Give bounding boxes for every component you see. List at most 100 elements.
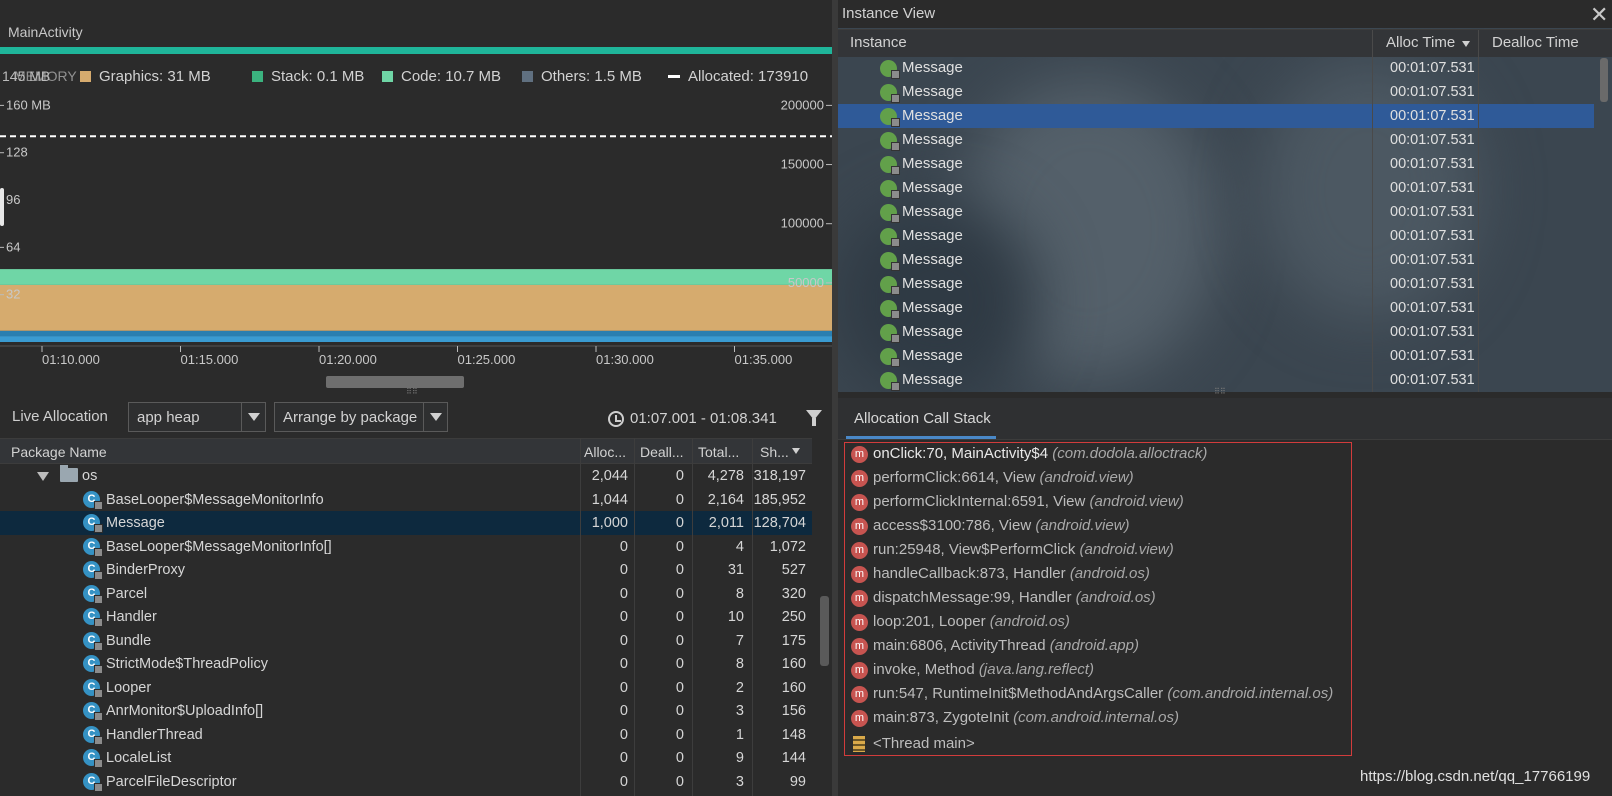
instance-row[interactable]: Message 00:01:07.531: [838, 272, 1594, 296]
instance-row[interactable]: Message 00:01:07.531: [838, 56, 1594, 80]
header-dealloc-time[interactable]: Dealloc Time: [1492, 34, 1579, 51]
instance-view-title: Instance View: [842, 5, 936, 22]
column-divider[interactable]: [1372, 30, 1373, 58]
instance-row[interactable]: Message 00:01:07.531: [838, 80, 1594, 104]
method-icon: m: [851, 566, 868, 583]
class-row[interactable]: C LocaleList 0 0 9 144: [0, 746, 812, 770]
class-name: Message: [106, 515, 165, 531]
frame-label: run:25948, View$PerformClick (android.vi…: [873, 541, 1174, 558]
method-icon: m: [851, 662, 868, 679]
instance-row[interactable]: Message 00:01:07.531: [838, 128, 1594, 152]
shallow-size: 99: [789, 773, 806, 790]
class-row[interactable]: C BaseLooper$MessageMonitorInfo[] 0 0 4 1,072: [0, 535, 812, 559]
column-line: [634, 438, 635, 796]
left-tick-label: 128: [6, 145, 28, 160]
class-name: BaseLooper$MessageMonitorInfo: [106, 491, 324, 508]
memory-chart-panel: MainActivity 145 MB MEMORY Graphics: 31 …: [0, 0, 832, 392]
instance-row[interactable]: Message 00:01:07.531: [838, 224, 1594, 248]
class-row[interactable]: C BaseLooper$MessageMonitorInfo 1,044 0 2,16…: [0, 488, 812, 512]
activity-timeline-bar: [0, 47, 832, 54]
header-dealloc[interactable]: Deall...: [640, 444, 684, 460]
method-icon: m: [851, 494, 868, 511]
timeline-scrollbar[interactable]: [326, 376, 464, 388]
legend-stack-swatch: [252, 71, 263, 82]
tab-allocation-call-stack[interactable]: Allocation Call Stack: [854, 410, 991, 427]
close-icon[interactable]: ✕: [1590, 2, 1608, 28]
legend-code: Code: 10.7 MB: [382, 68, 501, 85]
memory-chart[interactable]: 160 MB128966432 20000015000010000050000 …: [0, 90, 832, 380]
class-row[interactable]: C BinderProxy 0 0 31 527: [0, 558, 812, 582]
class-icon: C: [83, 749, 103, 768]
instance-row[interactable]: Message 00:01:07.531: [838, 320, 1594, 344]
class-row[interactable]: C ParcelFileDescriptor 0 0 3 99: [0, 770, 812, 794]
allocation-table-scrollbar[interactable]: [820, 596, 829, 666]
instance-icon: [880, 180, 900, 199]
class-row[interactable]: C Bundle 0 0 7 175: [0, 629, 812, 653]
header-instance[interactable]: Instance: [850, 34, 907, 51]
chart-areas: [0, 269, 832, 342]
alloc-time: 00:01:07.531: [1390, 60, 1475, 76]
alloc-count: 1,000: [591, 515, 628, 531]
alloc-time: 00:01:07.531: [1390, 156, 1475, 172]
right-tick-label: 50000: [788, 275, 824, 290]
instance-row[interactable]: Message 00:01:07.531: [838, 296, 1594, 320]
header-shallow[interactable]: Sh...: [760, 444, 789, 460]
splitter-grip[interactable]: ⠿⠿: [1214, 388, 1226, 396]
expand-arrow-icon[interactable]: [37, 472, 49, 481]
sort-descending-icon: [1462, 41, 1470, 47]
instance-row[interactable]: Message 00:01:07.531: [838, 176, 1594, 200]
alloc-time: 00:01:07.531: [1390, 180, 1475, 196]
shallow-size: 144: [781, 750, 806, 766]
class-row[interactable]: C Message 1,000 0 2,011 128,704: [0, 511, 812, 535]
frame-method: run:547, RuntimeInit$MethodAndArgsCaller: [873, 685, 1164, 702]
frame-package: (android.view): [1039, 469, 1134, 486]
instance-table-scrollbar[interactable]: [1600, 58, 1608, 102]
column-line: [752, 438, 753, 796]
class-row[interactable]: C Looper 0 0 2 160: [0, 676, 812, 700]
activity-label: MainActivity: [8, 24, 83, 40]
total-count: 2,011: [708, 515, 744, 531]
instance-icon-overlay: [891, 334, 900, 343]
dealloc-count: 0: [675, 679, 684, 696]
class-row[interactable]: C Parcel 0 0 8 320: [0, 582, 812, 606]
instance-row[interactable]: Message 00:01:07.531: [838, 248, 1594, 272]
area-others: [0, 336, 832, 342]
class-icon-overlay: [94, 547, 103, 557]
chart-drag-handle[interactable]: [0, 188, 4, 226]
alloc-count: 0: [619, 750, 628, 766]
total-count: 2,164: [707, 491, 744, 508]
class-row[interactable]: C AnrMonitor$UploadInfo[] 0 0 3 156: [0, 699, 812, 723]
header-package-name[interactable]: Package Name: [11, 444, 107, 460]
instance-row[interactable]: Message 00:01:07.531: [838, 200, 1594, 224]
instance-icon: [880, 132, 900, 151]
shallow-size: 160: [781, 679, 806, 696]
method-icon-letter: m: [854, 544, 865, 556]
frame-label: run:547, RuntimeInit$MethodAndArgsCaller…: [873, 685, 1333, 702]
method-icon-letter: m: [854, 664, 865, 676]
alloc-count: 0: [619, 773, 628, 790]
dealloc-count: 0: [675, 632, 684, 649]
instance-row[interactable]: Message 00:01:07.531: [838, 344, 1594, 368]
header-alloc-time[interactable]: Alloc Time: [1386, 34, 1455, 51]
header-alloc[interactable]: Alloc...: [584, 444, 626, 460]
instance-row[interactable]: Message 00:01:07.531: [838, 152, 1594, 176]
instance-name: Message: [902, 155, 963, 172]
shallow-size: 1,072: [769, 538, 806, 555]
instance-icon: [880, 348, 900, 367]
instance-icon-overlay: [891, 190, 900, 199]
splitter-grip[interactable]: ⠿⠿: [406, 388, 424, 396]
method-icon: m: [851, 470, 868, 487]
header-total[interactable]: Total...: [698, 444, 739, 460]
column-divider[interactable]: [1478, 30, 1479, 58]
heap-select[interactable]: app heap: [128, 402, 266, 432]
frame-package: (com.android.internal.os): [1167, 685, 1334, 702]
class-row[interactable]: C HandlerThread 0 0 1 148: [0, 723, 812, 747]
class-icon-overlay: [94, 641, 103, 651]
instance-row[interactable]: Message 00:01:07.531: [838, 104, 1594, 128]
arrange-select[interactable]: Arrange by package: [274, 402, 448, 432]
class-row[interactable]: C Handler 0 0 10 250: [0, 605, 812, 629]
class-row[interactable]: C StrictMode$ThreadPolicy 0 0 8 160: [0, 652, 812, 676]
instance-name: Message: [902, 251, 963, 268]
package-row[interactable]: os 2,044 0 4,278 318,197: [0, 464, 812, 488]
frame-method: onClick:70, MainActivity$4: [873, 445, 1049, 462]
